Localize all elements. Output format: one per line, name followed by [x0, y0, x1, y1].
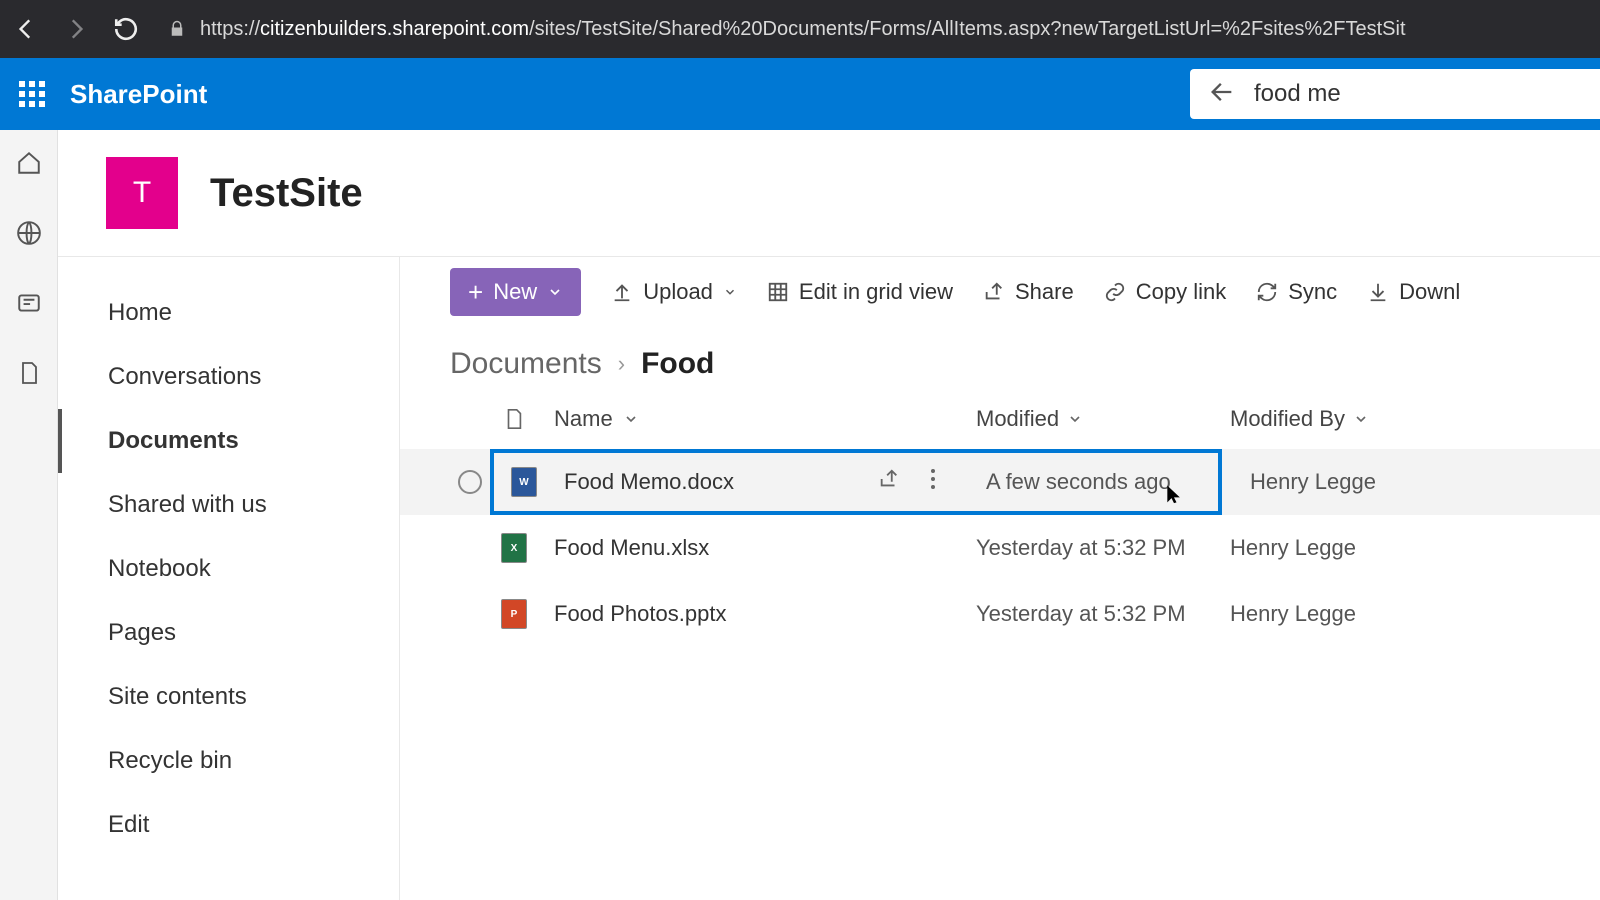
table-header: Name Modified Modified By — [400, 389, 1600, 449]
lock-icon — [168, 19, 186, 39]
nav-item-shared-with-us[interactable]: Shared with us — [58, 473, 399, 537]
link-icon — [1104, 281, 1126, 303]
table-row[interactable]: X Food Menu.xlsx Yesterday at 5:32 PMHenry… — [400, 515, 1600, 581]
browser-reload-button[interactable] — [110, 13, 142, 45]
nav-item-site-contents[interactable]: Site contents — [58, 665, 399, 729]
address-bar[interactable]: https://citizenbuilders.sharepoint.com/s… — [160, 18, 1590, 41]
file-type-column-icon[interactable] — [490, 406, 538, 432]
product-name[interactable]: SharePoint — [70, 79, 207, 110]
site-nav: HomeConversationsDocumentsShared with us… — [58, 257, 400, 900]
app-rail — [0, 130, 58, 900]
nav-item-conversations[interactable]: Conversations — [58, 345, 399, 409]
main-area: + New Upload Edit in grid view — [400, 257, 1600, 900]
edit-grid-button[interactable]: Edit in grid view — [767, 279, 953, 305]
nav-item-documents[interactable]: Documents — [58, 409, 399, 473]
chevron-down-icon — [623, 411, 639, 427]
modified-cell: Yesterday at 5:32 PM — [976, 601, 1202, 627]
app-launcher-button[interactable] — [0, 58, 64, 130]
breadcrumb-current: Food — [641, 347, 714, 381]
breadcrumb: Documents › Food — [400, 327, 1600, 389]
sync-button[interactable]: Sync — [1256, 279, 1337, 305]
share-button[interactable]: Share — [983, 279, 1074, 305]
browser-back-button[interactable] — [10, 13, 42, 45]
search-box[interactable] — [1190, 69, 1600, 119]
row-more-icon[interactable] — [930, 468, 936, 496]
modified-by-cell[interactable]: Henry Legge — [1222, 469, 1422, 495]
row-share-icon[interactable] — [878, 468, 900, 496]
browser-forward-button[interactable] — [60, 13, 92, 45]
nav-item-recycle-bin[interactable]: Recycle bin — [58, 729, 399, 793]
column-modified[interactable]: Modified — [976, 406, 1202, 432]
file-name[interactable]: Food Memo.docx — [548, 469, 878, 495]
command-bar: + New Upload Edit in grid view — [400, 257, 1600, 327]
ppt-file-icon: P — [501, 599, 527, 629]
nav-item-edit[interactable]: Edit — [58, 793, 399, 857]
chevron-down-icon — [1067, 411, 1083, 427]
share-icon — [983, 281, 1005, 303]
modified-cell: Yesterday at 5:32 PM — [976, 535, 1202, 561]
upload-icon — [611, 281, 633, 303]
chevron-down-icon — [723, 285, 737, 299]
site-logo[interactable]: T — [106, 157, 178, 229]
column-modified-by[interactable]: Modified By — [1202, 406, 1402, 432]
browser-toolbar: https://citizenbuilders.sharepoint.com/s… — [0, 0, 1600, 58]
site-title[interactable]: TestSite — [210, 171, 363, 216]
file-name[interactable]: Food Menu.xlsx — [538, 535, 868, 561]
table-row[interactable]: P Food Photos.pptx Yesterday at 5:32 PMHen… — [400, 581, 1600, 647]
chevron-right-icon: › — [618, 351, 625, 377]
column-name[interactable]: Name — [538, 406, 976, 432]
file-name[interactable]: Food Photos.pptx — [538, 601, 868, 627]
modified-by-cell[interactable]: Henry Legge — [1202, 601, 1402, 627]
nav-item-home[interactable]: Home — [58, 281, 399, 345]
row-select-radio[interactable] — [458, 470, 482, 494]
nav-item-notebook[interactable]: Notebook — [58, 537, 399, 601]
plus-icon: + — [468, 277, 483, 308]
download-button[interactable]: Downl — [1367, 279, 1460, 305]
download-icon — [1367, 281, 1389, 303]
suite-bar: SharePoint — [0, 58, 1600, 130]
upload-button[interactable]: Upload — [611, 279, 737, 305]
rail-home-icon[interactable] — [14, 148, 44, 178]
search-back-icon[interactable] — [1208, 78, 1236, 111]
modified-by-cell[interactable]: Henry Legge — [1202, 535, 1402, 561]
rail-news-icon[interactable] — [14, 288, 44, 318]
site-header: T TestSite — [58, 130, 1600, 256]
word-file-icon: W — [511, 467, 537, 497]
sync-icon — [1256, 281, 1278, 303]
table-row[interactable]: WFood Memo.docxA few seconds agoHenry Le… — [400, 449, 1600, 515]
chevron-down-icon — [547, 284, 563, 300]
copy-link-button[interactable]: Copy link — [1104, 279, 1226, 305]
chevron-down-icon — [1353, 411, 1369, 427]
nav-item-pages[interactable]: Pages — [58, 601, 399, 665]
search-input[interactable] — [1254, 80, 1582, 108]
mouse-cursor-icon — [1164, 481, 1184, 513]
waffle-icon — [19, 81, 45, 107]
rail-files-icon[interactable] — [14, 358, 44, 388]
file-list: WFood Memo.docxA few seconds agoHenry Le… — [400, 449, 1600, 647]
xls-file-icon: X — [501, 533, 527, 563]
url-text: https://citizenbuilders.sharepoint.com/s… — [200, 18, 1406, 41]
new-button[interactable]: + New — [450, 268, 581, 316]
breadcrumb-root[interactable]: Documents — [450, 347, 602, 381]
grid-icon — [767, 281, 789, 303]
new-label: New — [493, 279, 537, 305]
rail-globe-icon[interactable] — [14, 218, 44, 248]
